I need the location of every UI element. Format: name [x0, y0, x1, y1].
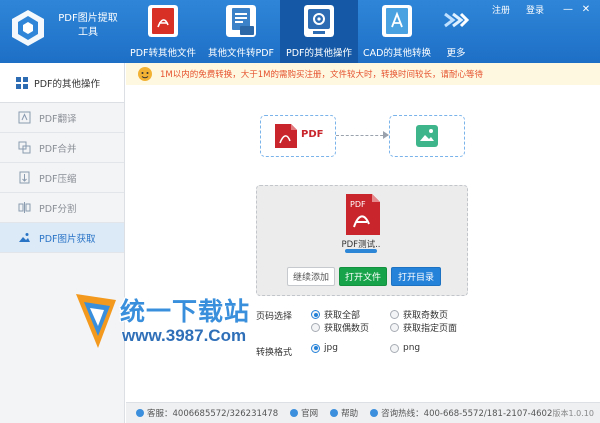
flow-arrow: [336, 135, 388, 137]
cad-convert-icon: [382, 5, 412, 37]
split-icon: [18, 202, 31, 213]
grid-icon: [16, 76, 28, 89]
radio-page-custom[interactable]: 获取指定页面: [390, 321, 457, 334]
radio-label: 获取指定页面: [403, 324, 458, 334]
minimize-icon[interactable]: —: [562, 4, 574, 15]
svg-text:PDF: PDF: [350, 200, 366, 209]
translate-icon: [18, 111, 31, 124]
sidebar-item-label: PDF图片获取: [39, 233, 96, 245]
radio-dot: [311, 343, 320, 353]
flow-source-box: PDF: [260, 115, 336, 157]
pdf-document-icon: PDF: [346, 194, 380, 235]
radio-label: jpg: [324, 343, 338, 353]
double-chevron-right-icon: [444, 12, 469, 28]
pdf-to-file-icon: [148, 5, 178, 37]
top-links: 注册 登录 — ✕: [492, 3, 592, 16]
open-file-button[interactable]: 打开文件: [339, 267, 387, 286]
continue-add-button[interactable]: 继续添加: [287, 267, 335, 286]
mascot-icon: [138, 67, 152, 81]
radio-dot: [311, 323, 320, 332]
radio-dot: [311, 310, 320, 319]
tool-more[interactable]: 更多: [436, 0, 476, 63]
site-watermark: 统一下载站 www.3987.Com: [74, 290, 264, 356]
pdf-file-icon: [275, 124, 297, 148]
sidebar-item-image-extract[interactable]: PDF图片获取: [0, 223, 124, 253]
main-toolbar: PDF转其他文件 其他文件转PDF PDF的其他操作 CAD的其他转换 更多: [124, 0, 476, 63]
tool-cad-convert[interactable]: CAD的其他转换: [358, 0, 436, 63]
flow-source-label: PDF: [301, 129, 324, 140]
service-icon: [136, 409, 144, 417]
footer-website[interactable]: 官网: [290, 407, 318, 419]
radio-format-png[interactable]: png: [390, 343, 420, 353]
notice-text: 1M以内的免费转换，大于1M的需购买注册，文件较大时，转换时间较长，请耐心等待: [160, 70, 483, 80]
radio-label: 获取奇数页: [403, 311, 449, 321]
radio-dot: [390, 343, 399, 353]
radio-label: png: [403, 343, 421, 353]
title-bar: PDF图片提取 工具 PDF转其他文件 其他文件转PDF PDF的其他操作 CA…: [0, 0, 600, 63]
tool-label: 更多: [446, 48, 466, 59]
notice-bar: 1M以内的免费转换，大于1M的需购买注册，文件较大时，转换时间较长，请耐心等待: [126, 63, 600, 85]
tool-other-to-pdf[interactable]: 其他文件转PDF: [202, 0, 280, 63]
footer-website-text: 官网: [301, 409, 319, 419]
help-icon: [330, 409, 339, 417]
sidebar-item-merge[interactable]: PDF合并: [0, 133, 124, 163]
close-icon[interactable]: ✕: [580, 4, 592, 15]
flow-target-box: [389, 115, 465, 157]
watermark-url: www.3987.Com: [122, 326, 247, 345]
radio-label: 获取全部: [324, 311, 361, 321]
radio-dot: [390, 310, 399, 319]
sidebar-item-split[interactable]: PDF分割: [0, 193, 124, 223]
file-card[interactable]: PDF: [340, 193, 384, 237]
image-extract-icon: [19, 233, 30, 242]
phone-icon: [370, 409, 379, 417]
pdf-gear-icon: [304, 5, 334, 37]
sidebar-item-translate[interactable]: PDF翻译: [0, 103, 124, 133]
sidebar-header: PDF的其他操作: [0, 63, 124, 103]
file-to-pdf-icon: [226, 5, 256, 37]
watermark-logo-icon: [76, 294, 116, 348]
file-progress-bar: [345, 249, 377, 253]
tool-pdf-to-other[interactable]: PDF转其他文件: [124, 0, 202, 63]
tool-label: PDF的其他操作: [285, 48, 352, 59]
login-link[interactable]: 登录: [526, 3, 544, 16]
sidebar-header-label: PDF的其他操作: [34, 78, 101, 90]
footer-hotline: 咨询热线：400-668-5572/181-2107-4602: [370, 407, 552, 419]
sidebar-item-label: PDF分割: [39, 203, 77, 215]
file-progress-fill: [345, 249, 377, 253]
footer-service-text: 客服：4006685572/326231478: [147, 409, 279, 419]
radio-dot: [390, 323, 399, 332]
sidebar-item-compress[interactable]: PDF压缩: [0, 163, 124, 193]
tool-pdf-other-ops[interactable]: PDF的其他操作: [280, 0, 358, 63]
merge-icon: [18, 141, 31, 154]
status-footer: 客服：4006685572/326231478 官网 帮助 咨询热线：400-6…: [126, 402, 600, 423]
open-folder-button[interactable]: 打开目录: [391, 267, 441, 286]
sidebar-item-label: PDF合并: [39, 143, 77, 155]
tool-label: CAD的其他转换: [363, 48, 431, 59]
tool-label: PDF转其他文件: [129, 48, 196, 59]
radio-page-even[interactable]: 获取偶数页: [311, 321, 369, 334]
sidebar-item-label: PDF压缩: [39, 173, 77, 185]
watermark-text: 统一下载站: [120, 297, 251, 326]
footer-hotline-text: 咨询热线：400-668-5572/181-2107-4602: [381, 409, 553, 419]
app-title: PDF图片提取 工具: [52, 12, 124, 40]
footer-help[interactable]: 帮助: [330, 407, 358, 419]
radio-format-jpg[interactable]: jpg: [311, 343, 338, 353]
sidebar: PDF的其他操作 PDF翻译 PDF合并 PDF压缩 PDF分割 PDF图片获取: [0, 63, 125, 423]
sidebar-item-label: PDF翻译: [39, 113, 77, 125]
register-link[interactable]: 注册: [492, 3, 510, 16]
app-title-line1: PDF图片提取: [58, 13, 118, 24]
tool-label: 其他文件转PDF: [207, 48, 274, 59]
footer-service[interactable]: 客服：4006685572/326231478: [136, 407, 278, 419]
footer-help-text: 帮助: [341, 409, 359, 419]
compress-icon: [19, 171, 30, 184]
radio-label: 获取偶数页: [324, 324, 370, 334]
version-label: 版本1.0.10: [552, 409, 594, 418]
website-icon: [290, 409, 299, 417]
app-logo-icon: [12, 10, 44, 46]
radio-page-odd[interactable]: 获取奇数页: [390, 308, 448, 321]
image-output-icon: [416, 125, 438, 147]
radio-page-all[interactable]: 获取全部: [311, 308, 360, 321]
app-title-line2: 工具: [78, 27, 98, 38]
